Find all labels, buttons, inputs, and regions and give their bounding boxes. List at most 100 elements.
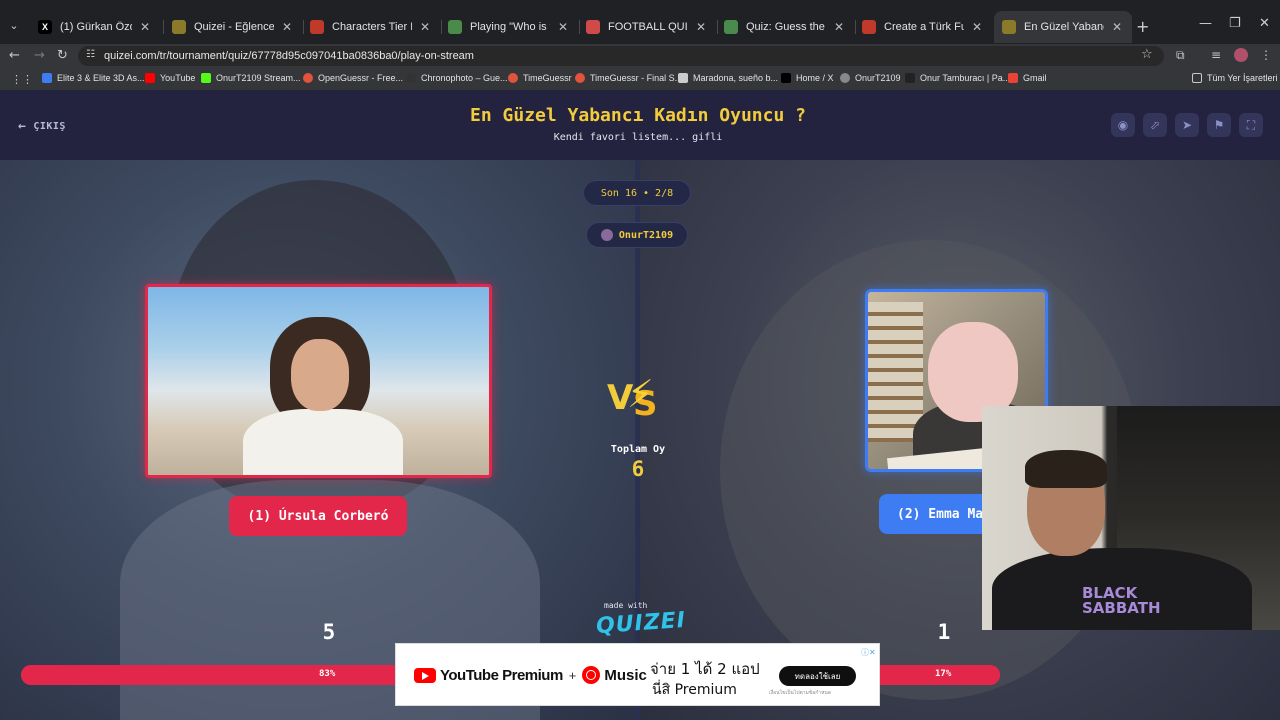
webcam-shirt-print: BLACK SABBATH xyxy=(1082,584,1161,617)
quiz-title: En Güzel Yabancı Kadın Oyuncu ? xyxy=(470,105,806,126)
fullscreen-icon[interactable]: ⛶ xyxy=(1239,113,1263,137)
tiermaker-favicon-icon xyxy=(310,20,324,34)
right-vote-percent: 17% xyxy=(935,669,952,679)
close-tab-icon[interactable]: ✕ xyxy=(418,20,432,34)
right-vote-bar-fill xyxy=(959,665,1000,685)
reload-icon[interactable]: ↻ xyxy=(57,48,68,63)
bookmark-item[interactable]: OpenGuessr - Free... xyxy=(303,73,403,83)
timeguessr-icon xyxy=(508,73,518,83)
openguessr-icon xyxy=(303,73,313,83)
browser-tab-active[interactable]: En Güzel Yabancı Kadın O ✕ xyxy=(994,11,1132,43)
new-tab-icon[interactable]: + xyxy=(1136,17,1149,36)
browser-tab[interactable]: X (1) Gürkan Özden (@azra ✕ xyxy=(30,11,160,43)
share-icon[interactable]: ⬀ xyxy=(1143,113,1167,137)
bookmark-item[interactable]: Gmail xyxy=(1008,73,1047,83)
bookmark-item[interactable]: Maradona, sueño b... xyxy=(678,73,778,83)
close-tab-icon[interactable]: ✕ xyxy=(970,20,984,34)
contestant-left-button[interactable]: (1) Úrsula Corberó xyxy=(229,496,407,536)
tab-title: Characters Tier List Templ xyxy=(332,21,412,33)
timeguessr-icon xyxy=(575,73,585,83)
chronophoto-icon xyxy=(406,73,416,83)
bookmark-item[interactable]: TimeGuessr xyxy=(508,73,572,83)
bookmark-item[interactable]: OnurT2109 xyxy=(840,73,901,83)
contestant-left-image[interactable] xyxy=(145,284,492,478)
extensions-icon[interactable]: ⧉ xyxy=(1176,48,1185,63)
page-icon xyxy=(678,73,688,83)
bookmark-label: OnurT2109 xyxy=(855,73,901,83)
tab-title: En Güzel Yabancı Kadın O xyxy=(1024,21,1104,33)
ad-brand2: Music xyxy=(604,666,647,684)
forward-icon[interactable]: → xyxy=(34,48,45,63)
bookmark-item[interactable]: YouTube xyxy=(145,73,195,83)
eye-icon[interactable]: ◉ xyxy=(1111,113,1135,137)
contestant-right-name: (2) Emma Ma xyxy=(897,506,984,522)
round-label: Son 16 • 2/8 xyxy=(600,187,674,199)
all-bookmarks-label: Tüm Yer İşaretleri xyxy=(1207,73,1278,83)
site-info-icon[interactable]: ☷ xyxy=(86,49,95,60)
minimize-icon[interactable]: — xyxy=(1199,16,1212,31)
media-controls-icon[interactable]: ≡ xyxy=(1211,48,1221,62)
tab-title: Quiz: Guess the Soccer St xyxy=(746,21,826,33)
bookmark-item[interactable]: Onur Tamburacı | Pa... xyxy=(905,73,1010,83)
total-votes-label: Toplam Oy xyxy=(610,444,666,455)
close-tab-icon[interactable]: ✕ xyxy=(832,20,846,34)
youtube-premium-ad[interactable]: YouTube Premium + Music จ่าย 1 ได้ 2 แอป… xyxy=(395,643,880,706)
close-tab-icon[interactable]: ✕ xyxy=(556,20,570,34)
photo-dress-shape xyxy=(243,409,403,475)
bookmark-label: Onur Tamburacı | Pa... xyxy=(920,73,1011,83)
browser-tab[interactable]: Playing "Who is this Footb ✕ xyxy=(440,11,578,43)
bookmark-item[interactable]: Elite 3 & Elite 3D As... xyxy=(42,73,145,83)
all-bookmarks[interactable]: Tüm Yer İşaretleri xyxy=(1192,73,1278,83)
contestant-left-name: (1) Úrsula Corberó xyxy=(247,508,389,524)
kick-icon xyxy=(201,73,211,83)
bookmark-label: OnurT2109 Stream... xyxy=(216,73,301,83)
patreon-icon xyxy=(905,73,915,83)
ad-brand-row: YouTube Premium + Music xyxy=(414,666,647,684)
youtube-icon xyxy=(145,73,155,83)
bookmark-favicon-icon xyxy=(42,73,52,83)
bookmark-label: TimeGuessr xyxy=(523,73,572,83)
close-window-icon[interactable]: ✕ xyxy=(1259,16,1270,31)
flag-icon[interactable]: ⚑ xyxy=(1207,113,1231,137)
x-logo-icon: X xyxy=(38,20,52,34)
webcam-overlay: BLACK SABBATH xyxy=(982,406,1280,630)
browser-tab[interactable]: FOOTBALL QUIZ - TriviaCr ✕ xyxy=(578,11,716,43)
apps-grid-icon[interactable]: ⋮⋮ xyxy=(11,73,33,86)
send-icon[interactable]: ➤ xyxy=(1175,113,1199,137)
close-tab-icon[interactable]: ✕ xyxy=(694,20,708,34)
restore-icon[interactable]: ❐ xyxy=(1229,16,1241,31)
vs-emblem: V S ⚡ xyxy=(603,372,671,430)
close-tab-icon[interactable]: ✕ xyxy=(1110,20,1124,34)
bookmark-item[interactable]: TimeGuessr - Final S... xyxy=(575,73,682,83)
youtube-logo-icon xyxy=(414,667,436,683)
ad-cta-button[interactable]: ทดลองใช้เลย xyxy=(779,666,856,686)
close-tab-icon[interactable]: ✕ xyxy=(138,20,152,34)
bookmark-item[interactable]: Chronophoto – Gue... xyxy=(406,73,508,83)
quiz-favicon-icon xyxy=(724,20,738,34)
profile-avatar-icon[interactable] xyxy=(1234,48,1248,62)
left-vote-percent: 83% xyxy=(319,669,336,679)
close-tab-icon[interactable]: ✕ xyxy=(280,20,294,34)
browser-tab[interactable]: Quizei - Eğlenceli ve etkile ✕ xyxy=(164,11,302,43)
browser-tab[interactable]: Create a Türk Futbol Takı ✕ xyxy=(854,11,992,43)
quiz-subtitle: Kendi favori listem... gifli xyxy=(553,132,723,143)
ad-plus: + xyxy=(568,667,577,683)
bookmark-star-icon[interactable]: ☆ xyxy=(1141,47,1153,62)
lightning-icon: ⚡ xyxy=(627,372,654,416)
photo-face-shape xyxy=(291,339,349,411)
bookmark-item[interactable]: OnurT2109 Stream... xyxy=(201,73,301,83)
folder-icon xyxy=(1192,73,1202,83)
browser-tab[interactable]: Characters Tier List Templ ✕ xyxy=(302,11,440,43)
bookmark-label: OpenGuessr - Free... xyxy=(318,73,404,83)
url-text[interactable]: quizei.com/tr/tournament/quiz/67778d95c0… xyxy=(104,50,474,62)
tab-search-icon[interactable]: ⌄ xyxy=(6,18,22,34)
ad-info-icon[interactable]: ⓘ✕ xyxy=(861,647,876,658)
back-icon[interactable]: ← xyxy=(9,48,20,63)
browser-tab[interactable]: Quiz: Guess the Soccer St ✕ xyxy=(716,11,854,43)
streamer-badge: OnurT2109 xyxy=(586,222,688,248)
bookmark-item[interactable]: Home / X xyxy=(781,73,834,83)
menu-kebab-icon[interactable]: ⋮ xyxy=(1260,48,1272,62)
ad-headline: จ่าย 1 ได้ 2 แอป xyxy=(650,660,760,678)
tab-title: Playing "Who is this Footb xyxy=(470,21,550,33)
left-vote-count: 5 xyxy=(322,620,336,644)
